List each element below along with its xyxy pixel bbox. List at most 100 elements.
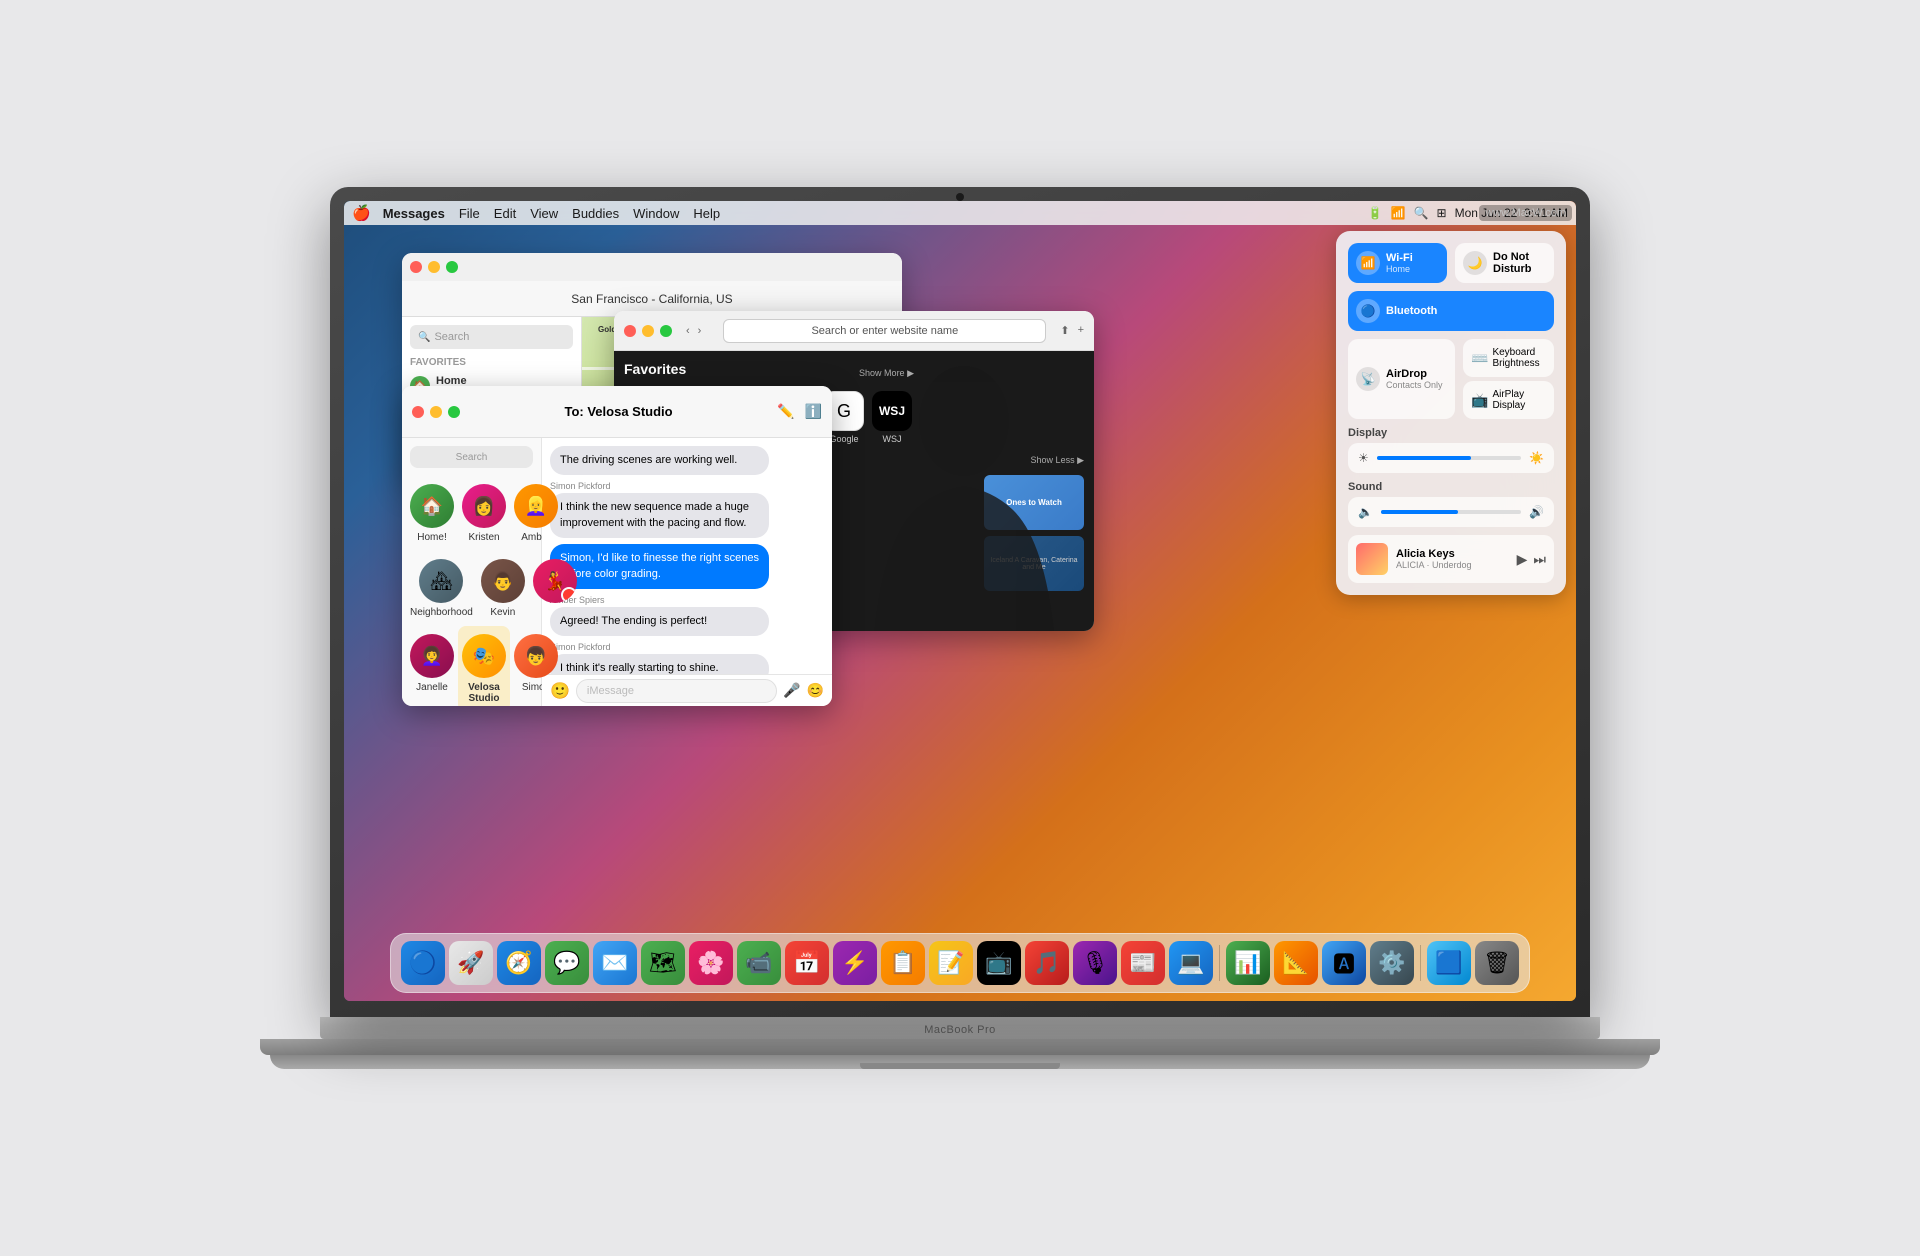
cc-row-1: 📶 Wi-Fi Home 🌙 Do Not Disturb: [1348, 243, 1554, 283]
chat-input-placeholder: iMessage: [587, 685, 634, 697]
messages-body: Search 🏠 Home!: [402, 438, 832, 706]
macbook-base: [270, 1055, 1650, 1069]
battery-icon: 🔋: [1368, 206, 1383, 220]
chat-memoji-btn[interactable]: 🙂: [550, 681, 570, 701]
dock-reminders[interactable]: 📋: [881, 941, 925, 985]
messages-compose-btn[interactable]: ✏️: [777, 403, 794, 420]
dock: 🔵 🚀 🧭 💬 ✉️ 🗺 🌸 📹 📅 ⚡ 📋 📝 📺 🎵 🎙 📰 💻 📊: [390, 933, 1530, 993]
safari-toolbar-right: ⬆ +: [1060, 324, 1084, 337]
dock-appstore[interactable]: 🅰: [1322, 941, 1366, 985]
person-silhouette: [834, 361, 1094, 631]
msg-4-sender: Amber Spiers: [550, 595, 824, 605]
dock-finder[interactable]: 🔵: [401, 941, 445, 985]
dock-maps[interactable]: 🗺: [641, 941, 685, 985]
dock-sysprefs[interactable]: ⚙️: [1370, 941, 1414, 985]
safari-share-btn[interactable]: ⬆: [1060, 324, 1069, 337]
apple-logo-icon[interactable]: 🍎: [352, 204, 371, 222]
chat-input-box[interactable]: iMessage: [576, 679, 777, 703]
maps-max-btn[interactable]: [446, 261, 458, 273]
wifi-icon[interactable]: 📶: [1391, 206, 1406, 220]
menu-help[interactable]: Help: [693, 206, 720, 221]
contact-ivy-avatar: 💃: [533, 559, 577, 603]
control-center-icon[interactable]: ⊞: [1437, 206, 1447, 220]
cc-music-info: Alicia Keys ALICIA · Underdog: [1396, 548, 1509, 570]
cc-bluetooth-tile[interactable]: 🔵 Bluetooth: [1348, 291, 1554, 331]
cc-dnd-label: Do Not Disturb: [1493, 251, 1546, 275]
messages-max-btn[interactable]: [448, 406, 460, 418]
safari-close-btn[interactable]: [624, 325, 636, 337]
messages-info-btn[interactable]: ℹ️: [805, 403, 822, 420]
safari-back-btn[interactable]: ‹: [686, 325, 690, 337]
search-icon[interactable]: 🔍: [1414, 206, 1429, 220]
cc-music-play-btn[interactable]: ▶: [1517, 551, 1528, 568]
menu-file[interactable]: File: [459, 206, 480, 221]
cc-display-label: Display: [1348, 427, 1554, 439]
airplay-display-icon: 📺: [1471, 392, 1488, 409]
contact-janelle-avatar: 👩‍🦱: [410, 634, 454, 678]
cc-dnd-tile[interactable]: 🌙 Do Not Disturb: [1455, 243, 1554, 283]
contact-janelle[interactable]: 👩‍🦱 Janelle: [406, 626, 458, 706]
dock-trash[interactable]: 🗑: [1475, 941, 1519, 985]
dock-podcasts[interactable]: 🎙: [1073, 941, 1117, 985]
maps-min-btn[interactable]: [428, 261, 440, 273]
dock-calendar[interactable]: 📅: [785, 941, 829, 985]
contact-neighborhood-name: Neighborhood: [410, 607, 473, 618]
dock-shortcuts[interactable]: ⚡: [833, 941, 877, 985]
cc-display-fill: [1377, 456, 1471, 460]
cc-sound-fill: [1381, 510, 1458, 514]
messages-close-btn[interactable]: [412, 406, 424, 418]
dock-mail[interactable]: ✉️: [593, 941, 637, 985]
cc-wifi-tile[interactable]: 📶 Wi-Fi Home: [1348, 243, 1447, 283]
macbook-bottom-bar: MacBook Pro: [320, 1017, 1600, 1039]
maps-close-btn[interactable]: [410, 261, 422, 273]
contact-row-1: 🏠 Home! 👩 Kristen: [402, 476, 541, 551]
messages-search-box[interactable]: Search: [410, 446, 533, 468]
contact-kristen[interactable]: 👩 Kristen: [458, 476, 510, 551]
messages-min-btn[interactable]: [430, 406, 442, 418]
contact-neighborhood[interactable]: 🏘 Neighborhood: [406, 551, 477, 626]
dock-notes[interactable]: 📝: [929, 941, 973, 985]
cc-display-slider[interactable]: [1377, 456, 1521, 460]
menu-edit[interactable]: Edit: [494, 206, 516, 221]
safari-forward-btn[interactable]: ›: [698, 325, 702, 337]
chat-emoji-btn[interactable]: 😊: [807, 682, 824, 699]
chat-input: 🙂 iMessage 🎤 😊: [542, 674, 832, 706]
cc-airdrop-tile[interactable]: 📡 AirDrop Contacts Only: [1348, 339, 1455, 419]
safari-nav: ‹ ›: [686, 325, 701, 337]
safari-url-bar[interactable]: Search or enter website name: [723, 319, 1046, 343]
dock-finder2[interactable]: 🟦: [1427, 941, 1471, 985]
contact-simon-avatar: 👦: [514, 634, 558, 678]
contact-kevin[interactable]: 👨 Kevin: [477, 551, 529, 626]
dock-messages[interactable]: 💬: [545, 941, 589, 985]
dock-keynote[interactable]: 📐: [1274, 941, 1318, 985]
menu-window[interactable]: Window: [633, 206, 679, 221]
dock-launchpad[interactable]: 🚀: [449, 941, 493, 985]
dock-tv[interactable]: 📺: [977, 941, 1021, 985]
chat-dictation-btn[interactable]: 🎤: [783, 682, 800, 699]
dock-numbers[interactable]: 📊: [1226, 941, 1270, 985]
contact-home[interactable]: 🏠 Home!: [406, 476, 458, 551]
cc-airplay-display-tile[interactable]: 📺 AirPlay Display: [1463, 381, 1554, 419]
safari-add-tab-btn[interactable]: +: [1078, 324, 1084, 337]
menu-view[interactable]: View: [530, 206, 558, 221]
msg-3: Simon, I'd like to finesse the right sce…: [550, 544, 824, 589]
contact-velosa[interactable]: 🎭 Velosa Studio: [458, 626, 510, 706]
menu-messages[interactable]: Messages: [383, 206, 445, 221]
cc-sound-slider[interactable]: [1381, 510, 1521, 514]
wifi-cc-icon: 📶: [1356, 251, 1380, 275]
dock-music[interactable]: 🎵: [1025, 941, 1069, 985]
contact-row-2: 🏘 Neighborhood 👨 Kevin: [402, 551, 541, 626]
dock-safari[interactable]: 🧭: [497, 941, 541, 985]
cc-music-next-btn[interactable]: ⏭: [1533, 551, 1546, 568]
dock-news[interactable]: 📰: [1121, 941, 1165, 985]
safari-min-btn[interactable]: [642, 325, 654, 337]
cc-airdrop-sub: Contacts Only: [1386, 380, 1447, 390]
dock-sidecar[interactable]: 💻: [1169, 941, 1213, 985]
messages-chat: The driving scenes are working well. Sim…: [542, 438, 832, 706]
dock-photos[interactable]: 🌸: [689, 941, 733, 985]
maps-search[interactable]: 🔍 Search: [410, 325, 573, 349]
safari-max-btn[interactable]: [660, 325, 672, 337]
cc-keyboard-brightness-tile[interactable]: ⌨️ Keyboard Brightness: [1463, 339, 1554, 377]
menu-buddies[interactable]: Buddies: [572, 206, 619, 221]
dock-facetime[interactable]: 📹: [737, 941, 781, 985]
